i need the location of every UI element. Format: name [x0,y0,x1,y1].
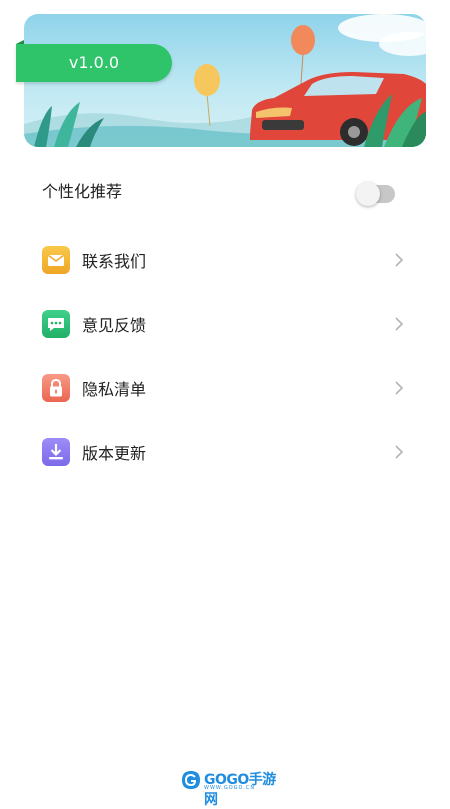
mail-icon [42,246,70,274]
menu-item-version-update[interactable]: 版本更新 [0,424,450,480]
menu-label: 版本更新 [82,444,147,463]
chevron-right-icon [395,317,404,331]
chevron-right-icon [395,445,404,459]
download-icon [42,438,70,466]
logo-url: WWW.GOGO.CN [204,785,256,791]
gogo-watermark-logo: GOGO手游网 WWW.GOGO.CN [180,768,276,808]
personalized-recommendation-toggle[interactable] [356,182,395,206]
menu-item-contact-us[interactable]: 联系我们 [0,232,450,288]
menu-item-feedback[interactable]: 意见反馈 [0,296,450,352]
menu-label: 隐私清单 [82,380,147,399]
lock-icon [42,374,70,402]
chat-icon [42,310,70,338]
menu-label: 联系我们 [82,252,147,271]
personalized-recommendation-row: 个性化推荐 [0,168,450,222]
chevron-right-icon [395,253,404,267]
chevron-right-icon [395,381,404,395]
toggle-knob [356,182,380,206]
personalized-recommendation-label: 个性化推荐 [42,182,123,201]
menu-label: 意见反馈 [82,316,147,335]
version-badge: v1.0.0 [16,44,172,82]
gogo-logo-icon [182,771,200,789]
menu-item-privacy-list[interactable]: 隐私清单 [0,360,450,416]
